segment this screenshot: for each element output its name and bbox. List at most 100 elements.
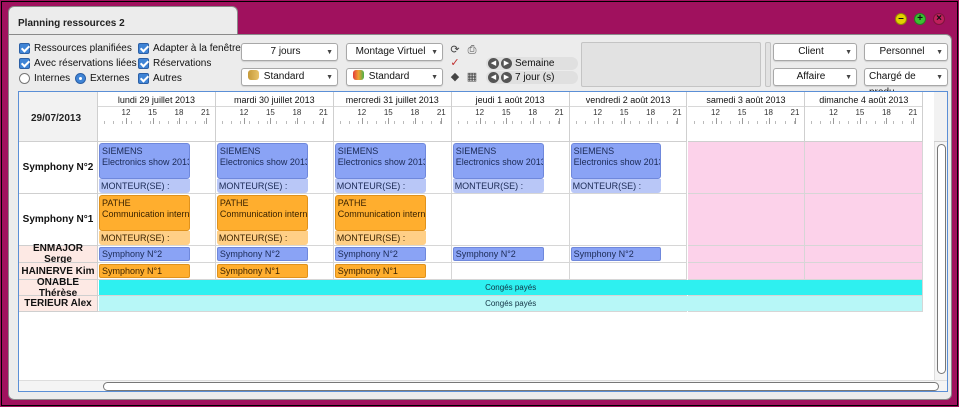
- leave-bar[interactable]: Congés payés: [99, 296, 923, 311]
- grid-cell[interactable]: [569, 263, 688, 280]
- booking-block[interactable]: SIEMENS Electronics show 2013: [570, 143, 661, 179]
- next-days-icon[interactable]: ▶: [501, 72, 512, 83]
- minor-tick: [249, 121, 251, 124]
- day-header[interactable]: dimanche 4 août 2013 12 15 18 21: [805, 92, 924, 142]
- assignment-chip[interactable]: Symphony N°1: [334, 264, 426, 278]
- next-week-icon[interactable]: ▶: [501, 58, 512, 69]
- window-tab[interactable]: Planning ressources 2: [8, 6, 238, 36]
- row-label[interactable]: ONABLE Thérèse: [19, 277, 98, 299]
- charge-select[interactable]: Chargé de produ... ▼: [864, 68, 948, 98]
- zoom-icon[interactable]: +: [914, 13, 926, 25]
- booking-title: Communication interne: [102, 209, 190, 219]
- prev-days-icon[interactable]: ◀: [488, 72, 499, 83]
- client-select[interactable]: Client ▼: [773, 43, 857, 61]
- booking-monteur[interactable]: MONTEUR(SE) :: [216, 179, 308, 193]
- print-icon[interactable]: ⎙: [466, 44, 478, 56]
- montage-select[interactable]: Montage Virtuel ▼: [346, 43, 443, 61]
- reservations-checkbox[interactable]: Réservations: [138, 58, 211, 69]
- planning-grid[interactable]: 29/07/2013 lundi 29 juillet 2013 12 15 18 21…: [18, 91, 948, 392]
- duration-select[interactable]: 7 jours ▼: [241, 43, 338, 61]
- grid-cell[interactable]: [805, 263, 924, 280]
- personnel-select[interactable]: Personnel ▼: [864, 43, 948, 61]
- day-header[interactable]: lundi 29 juillet 2013 12 15 18 21: [98, 92, 216, 142]
- style-select-1[interactable]: Standard ▼: [241, 68, 338, 86]
- info-panel: [581, 42, 761, 87]
- grid-cell[interactable]: [805, 142, 924, 194]
- minor-tick: [430, 121, 432, 124]
- grid-cell[interactable]: [687, 142, 806, 194]
- booking-block[interactable]: PATHE Communication interne: [334, 195, 426, 231]
- ressources-planifiees-checkbox[interactable]: Ressources planifiées: [19, 43, 132, 54]
- booking-block[interactable]: SIEMENS Electronics show 2013: [99, 143, 190, 179]
- assignment-chip[interactable]: Symphony N°1: [99, 264, 190, 278]
- assignment-chip[interactable]: Symphony N°1: [216, 264, 308, 278]
- row-label[interactable]: Symphony N°2: [19, 142, 98, 194]
- autres-checkbox[interactable]: Autres: [138, 73, 182, 84]
- minor-tick: [285, 121, 287, 124]
- grid-cell[interactable]: [687, 263, 806, 280]
- booking-monteur[interactable]: MONTEUR(SE) :: [99, 231, 190, 245]
- internes-radio[interactable]: Internes: [19, 73, 70, 84]
- booking-monteur[interactable]: MONTEUR(SE) :: [570, 179, 661, 193]
- style-select-2[interactable]: Standard ▼: [346, 68, 443, 86]
- grid-cell[interactable]: [451, 263, 570, 280]
- hour-tick: [912, 118, 914, 124]
- minimize-icon[interactable]: –: [895, 13, 907, 25]
- assignment-chip[interactable]: Symphony N°2: [452, 247, 544, 261]
- grid-cell[interactable]: [687, 194, 806, 246]
- minor-tick: [367, 121, 369, 124]
- grid-cell[interactable]: [451, 194, 570, 246]
- booking-block[interactable]: SIEMENS Electronics show 2013: [334, 143, 426, 179]
- reservations-liees-checkbox[interactable]: Avec réservations liées: [19, 58, 137, 69]
- day-header[interactable]: mardi 30 juillet 2013 12 15 18 21: [215, 92, 334, 142]
- vertical-scrollbar[interactable]: [934, 142, 947, 380]
- minor-tick: [856, 121, 858, 124]
- assignment-chip[interactable]: Symphony N°2: [216, 247, 308, 261]
- affaire-select[interactable]: Affaire ▼: [773, 68, 857, 86]
- booking-monteur[interactable]: MONTEUR(SE) :: [216, 231, 308, 245]
- grid-cell[interactable]: [687, 246, 806, 263]
- booking-monteur[interactable]: MONTEUR(SE) :: [334, 179, 426, 193]
- diamond-icon[interactable]: ◆: [449, 71, 461, 83]
- assignment-chip[interactable]: Symphony N°2: [570, 247, 661, 261]
- prev-week-icon[interactable]: ◀: [488, 58, 499, 69]
- hour-label: 12: [828, 108, 838, 117]
- minor-tick: [403, 121, 405, 124]
- booking-monteur[interactable]: MONTEUR(SE) :: [99, 179, 190, 193]
- row-label[interactable]: ENMAJOR Serge: [19, 243, 98, 265]
- refresh-icon[interactable]: ⟳: [449, 44, 461, 56]
- leave-bar[interactable]: Congés payés: [99, 280, 923, 295]
- day-header[interactable]: samedi 3 août 2013 12 15 18 21: [687, 92, 806, 142]
- row-label[interactable]: TERIEUR Alex: [19, 296, 98, 312]
- horizontal-scroll-thumb[interactable]: [103, 382, 939, 391]
- hour-label: 15: [619, 108, 629, 117]
- booking-block[interactable]: SIEMENS Electronics show 2013: [216, 143, 308, 179]
- adapter-fenetre-checkbox[interactable]: Adapter à la fenêtre: [138, 43, 241, 54]
- horizontal-scrollbar[interactable]: [19, 380, 947, 391]
- day-header[interactable]: jeudi 1 août 2013 12 15 18 21: [451, 92, 570, 142]
- assignment-chip[interactable]: Symphony N°2: [334, 247, 426, 261]
- row-label[interactable]: Symphony N°1: [19, 194, 98, 246]
- close-icon[interactable]: ×: [933, 13, 945, 25]
- vertical-scroll-thumb[interactable]: [937, 144, 946, 374]
- booking-block[interactable]: PATHE Communication interne: [99, 195, 190, 231]
- day-header[interactable]: mercredi 31 juillet 2013 12 15 18 21: [333, 92, 452, 142]
- minor-tick: [221, 121, 223, 124]
- check-list-icon[interactable]: ✓: [449, 57, 461, 69]
- booking-block[interactable]: PATHE Communication interne: [216, 195, 308, 231]
- hour-tick: [715, 118, 717, 124]
- hour-tick: [506, 118, 508, 124]
- booking-monteur[interactable]: MONTEUR(SE) :: [452, 179, 544, 193]
- grid-cell[interactable]: [805, 246, 924, 263]
- calendar-icon[interactable]: ▦: [466, 71, 478, 83]
- minor-tick: [884, 121, 886, 124]
- grid-cell[interactable]: [569, 194, 688, 246]
- day-header[interactable]: vendredi 2 août 2013 12 15 18 21: [569, 92, 688, 142]
- grid-cell[interactable]: [805, 194, 924, 246]
- booking-block[interactable]: SIEMENS Electronics show 2013: [452, 143, 544, 179]
- booking-title: Electronics show 2013: [337, 157, 426, 167]
- assignment-chip[interactable]: Symphony N°2: [99, 247, 190, 261]
- externes-radio[interactable]: Externes: [75, 73, 129, 84]
- booking-monteur[interactable]: MONTEUR(SE) :: [334, 231, 426, 245]
- minor-tick: [729, 121, 731, 124]
